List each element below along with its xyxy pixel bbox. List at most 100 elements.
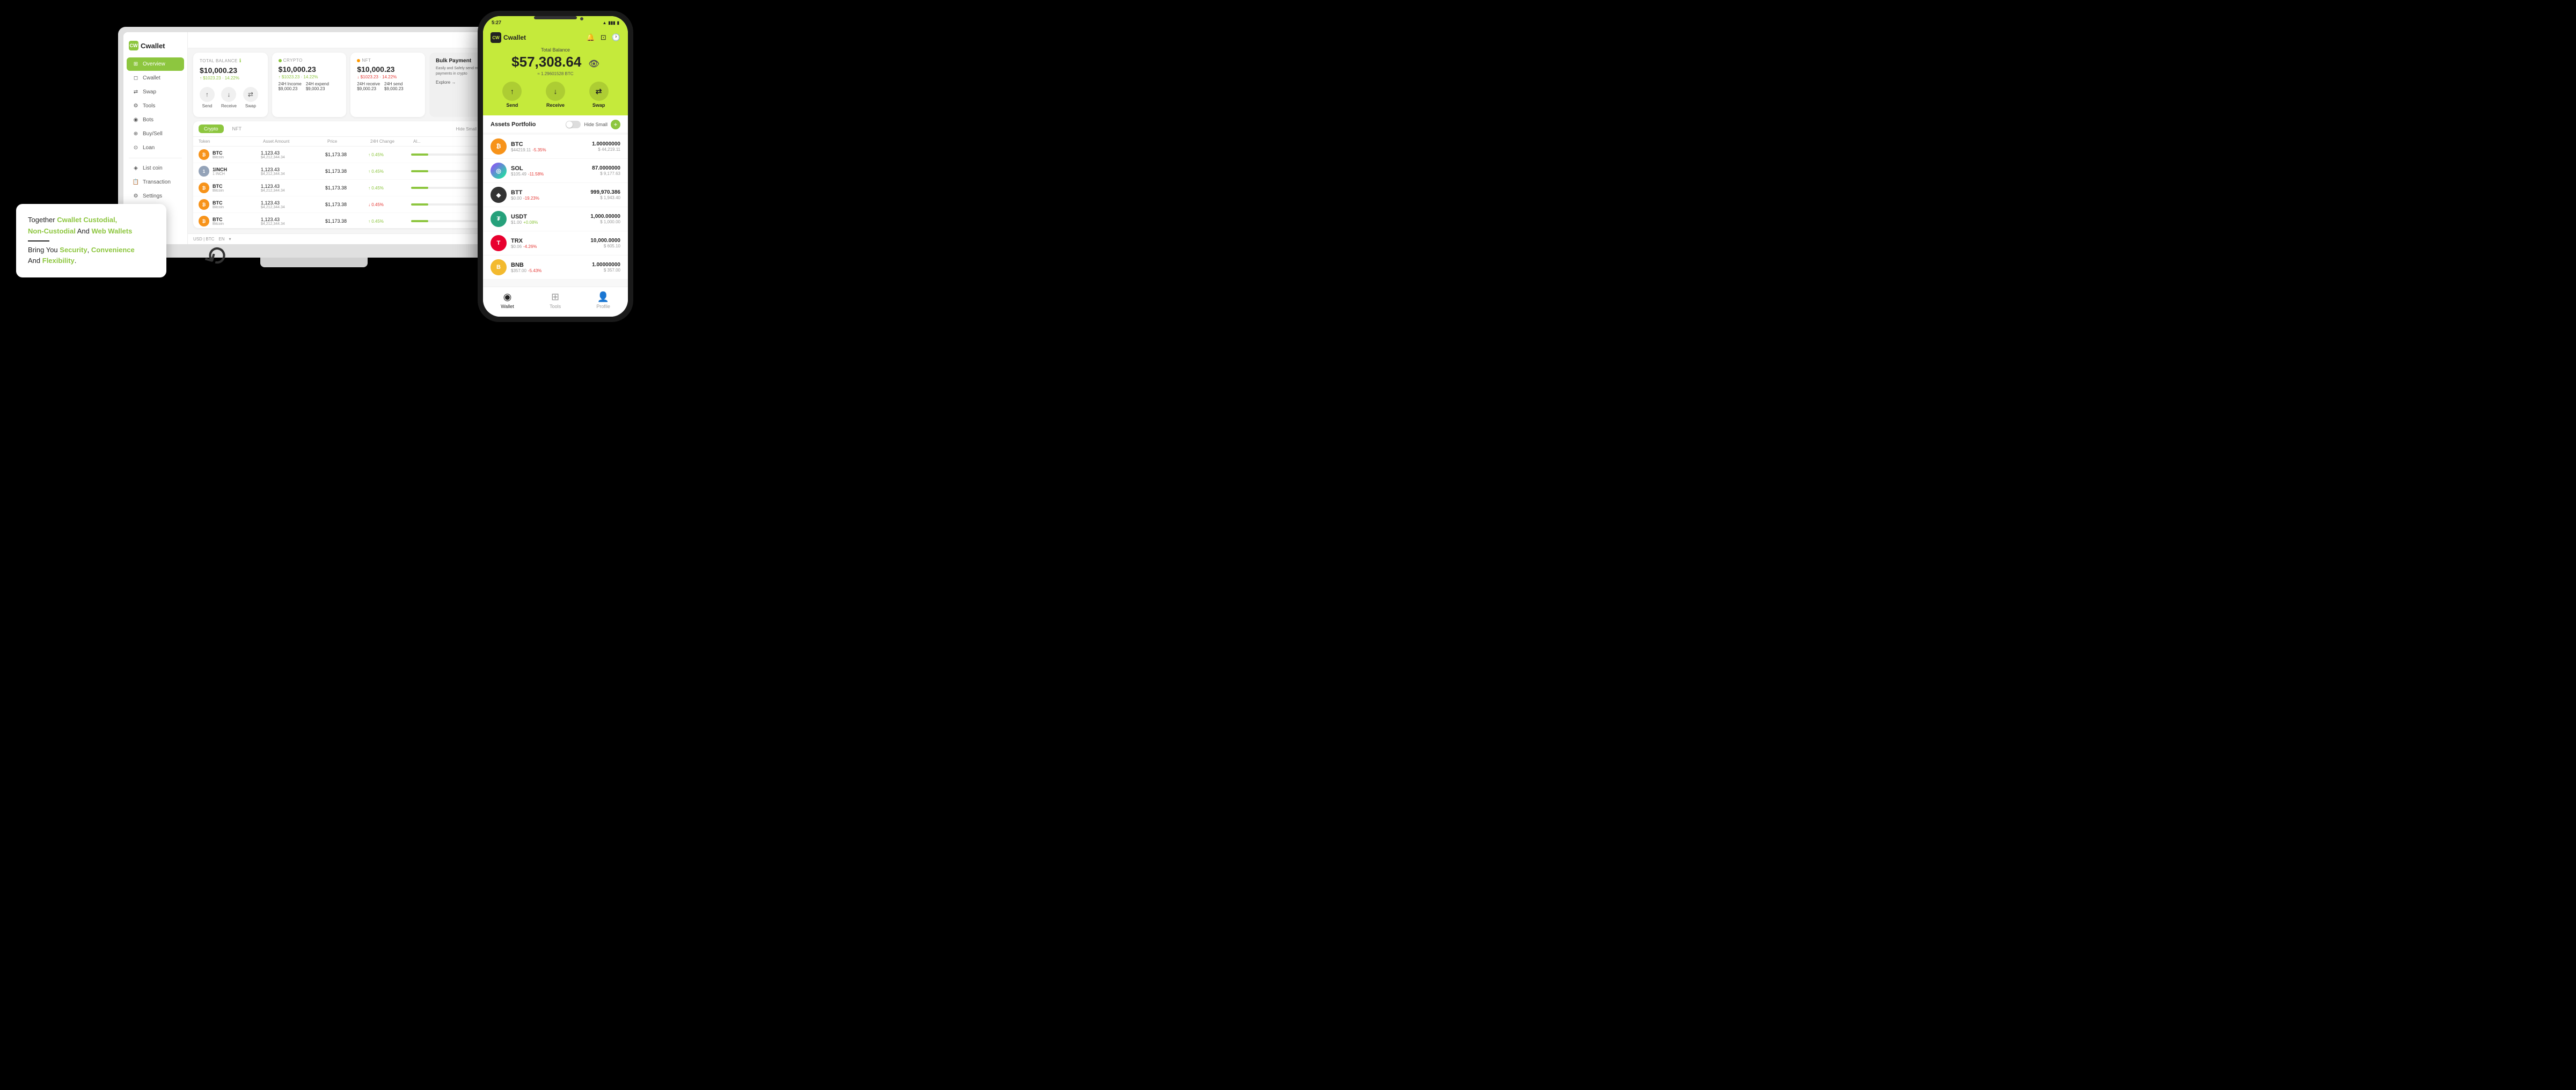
phone-actions: ↑ Send ↓ Receive ⇄ Swap (491, 82, 620, 108)
phone-camera (580, 17, 583, 20)
eye-icon[interactable]: 👁 (589, 58, 599, 69)
table-row: 1 1INCH 1 INCH 1,123.43 $4,212,344.34 $1… (193, 163, 499, 180)
crypto-list-item: ◆ BTT $0.00 -19.23% 999,970.386 $ 1,943.… (483, 183, 628, 207)
nav-tools[interactable]: ⊞ Tools (550, 291, 561, 309)
hero-line1-green: Cwallet Custodial, (57, 216, 117, 224)
hero-web-wallets: Web Wallets (91, 227, 132, 235)
total-balance-card: TOTAL BALANCE ℹ $10,000.23 ↑ $1023.23 · … (193, 53, 268, 117)
phone-time: 5:27 (492, 20, 501, 25)
sidebar-item-transaction[interactable]: 📋 Transaction (127, 175, 184, 189)
crypto-info: BNB $357.00 -5.43% (511, 262, 592, 273)
cwallet-icon: ◻ (132, 75, 140, 81)
hero-text-card: Together Cwallet Custodial, Non-Custodia… (16, 204, 166, 277)
crypto-list-item: B BNB $357.00 -5.43% 1.00000000 $ 357.00 (483, 255, 628, 280)
phone-balance-btc: ≈ 1.29601528 BTC (491, 71, 620, 76)
cards-row: TOTAL BALANCE ℹ $10,000.23 ↑ $1023.23 · … (188, 48, 504, 121)
nft-stats: 24H receive $9,000.23 24H send $9,000.23 (357, 82, 419, 91)
hide-small-toggle[interactable]: Hide Small (456, 127, 477, 131)
sidebar-item-listcoin[interactable]: ◈ List coin (127, 162, 184, 175)
phone-receive-button[interactable]: ↓ Receive (546, 82, 565, 108)
sidebar-item-overview[interactable]: ⊞ Overview (127, 57, 184, 71)
crypto-table: Crypto NFT Hide Small Mo... Token Asset … (193, 121, 499, 228)
bell-icon[interactable]: 🔔 (587, 33, 595, 42)
sidebar-item-loan[interactable]: ⊙ Loan (127, 141, 184, 155)
table-row: ₿ BTC Bitcoin 1,123.43 $4,212,344.34 $1,… (193, 213, 499, 228)
sidebar-item-label: Loan (143, 145, 155, 151)
crypto-right: 1,000.00000 $ 1,000.00 (590, 214, 620, 224)
hero-line1-start: Together (28, 216, 57, 224)
nft-dot (357, 59, 360, 62)
crypto-amount: $10,000.23 (279, 65, 340, 74)
crypto-right: 87.0000000 $ 9,177.63 (592, 165, 620, 176)
phone-logo: CW Cwallet (491, 32, 526, 43)
receive-button[interactable]: ↓ Receive (221, 87, 237, 108)
sidebar-item-settings[interactable]: ⚙ Settings (127, 189, 184, 203)
table-row: ₿ BTC Bitcoin 1,123.43 $4,212,344.34 $1,… (193, 180, 499, 196)
phone-header: CW Cwallet 🔔 ⊡ 🕐 Total Balance $57,308.6… (483, 29, 628, 115)
swap-icon: ⇄ (132, 89, 140, 95)
phone-swap-button[interactable]: ⇄ Swap (589, 82, 609, 108)
send-button[interactable]: ↑ Send (200, 87, 215, 108)
main-header: 🏠 (188, 32, 504, 48)
profile-nav-icon: 👤 (597, 291, 609, 303)
nav-profile[interactable]: 👤 Profile (596, 291, 610, 309)
hide-small-toggle[interactable] (566, 121, 581, 128)
phone-send-button[interactable]: ↑ Send (502, 82, 522, 108)
crypto-list-item: ◎ SOL $105.49 -11.58% 87.0000000 $ 9,177… (483, 159, 628, 183)
token-price: $1,173.38 (325, 169, 368, 174)
phone-header-top: CW Cwallet 🔔 ⊡ 🕐 (491, 32, 620, 43)
laptop-screen: CW Cwallet ⊞ Overview ◻ Cwallet ⇄ Sw (123, 32, 504, 244)
receive-icon: ↓ (221, 87, 236, 102)
portfolio-header: Assets Portfolio Hide Small + (483, 115, 628, 133)
nft-card: NFT $10,000.23 ↓ $1023.23 · 14.22% 24H r… (350, 53, 425, 117)
crypto-asset-list: ₿ BTC $44219.11 -5.35% 1.00000000 $ 44,2… (483, 133, 628, 287)
send-icon: ↑ (200, 87, 215, 102)
token-name: BTC Bitcoin (213, 217, 261, 226)
buysell-icon: ⊕ (132, 131, 140, 137)
swap-button[interactable]: ⇄ Swap (243, 87, 258, 108)
sidebar-logo-icon: CW (129, 41, 138, 50)
tab-crypto[interactable]: Crypto (199, 125, 224, 133)
crypto-icon: T (491, 235, 507, 251)
signal-icon: ▮▮▮ (608, 20, 615, 25)
sidebar-item-tools[interactable]: ⚙ Tools (127, 99, 184, 113)
table-row: ₿ BTC Bitcoin 1,123.43 $4,212,344.34 $1,… (193, 147, 499, 163)
tab-nft[interactable]: NFT (227, 125, 247, 133)
col-amount: Asset Amount (263, 139, 327, 144)
sidebar-item-label: Swap (143, 89, 156, 95)
crypto-list-item: ₿ BTC $44219.11 -5.35% 1.00000000 $ 44,2… (483, 135, 628, 159)
nft-receive: 24H receive $9,000.23 (357, 82, 380, 91)
loan-icon: ⊙ (132, 145, 140, 151)
sidebar-item-swap[interactable]: ⇄ Swap (127, 85, 184, 99)
listcoin-icon: ◈ (132, 165, 140, 171)
crypto-list-item: T TRX $0.06 -4.26% 10,000.0000 $ 605.10 (483, 231, 628, 255)
token-price: $1,173.38 (325, 152, 368, 157)
sidebar-item-label: Bots (143, 117, 153, 123)
add-asset-button[interactable]: + (611, 120, 620, 129)
crypto-info: USDT $1.00 +0.08% (511, 214, 590, 225)
clock-icon[interactable]: 🕐 (612, 33, 620, 42)
col-token: Token (199, 139, 263, 144)
lang-chevron[interactable]: ▾ (229, 237, 231, 242)
phone-balance-label: Total Balance (491, 47, 620, 53)
token-change: ↓ 0.45% (368, 202, 411, 207)
scan-icon[interactable]: ⊡ (601, 33, 606, 42)
total-balance-amount: $10,000.23 (200, 66, 261, 75)
crypto-icon: ◎ (491, 163, 507, 179)
nav-wallet[interactable]: ◉ Wallet (501, 291, 514, 309)
phone-nav-bar: ◉ Wallet ⊞ Tools 👤 Profile (483, 287, 628, 317)
table-tabs: Crypto NFT Hide Small Mo... (193, 121, 499, 137)
token-amount: 1,123.43 $4,212,344.34 (261, 167, 325, 176)
crypto-income: 24H Income $9,000.23 (279, 82, 302, 91)
phone-body: Assets Portfolio Hide Small + ₿ BTC $442… (483, 115, 628, 287)
sidebar-item-buysell[interactable]: ⊕ Buy/Sell (127, 127, 184, 141)
hero-period: . (75, 257, 77, 265)
lang-selector[interactable]: EN (218, 237, 224, 242)
sidebar-item-cwallet[interactable]: ◻ Cwallet (127, 71, 184, 85)
sidebar-item-bots[interactable]: ◉ Bots (127, 113, 184, 127)
phone-swap-icon: ⇄ (589, 82, 609, 101)
sidebar-item-label: List coin (143, 165, 163, 171)
token-icon: ₿ (199, 149, 209, 160)
crypto-info: BTT $0.00 -19.23% (511, 189, 590, 201)
hero-convenience: Convenience (91, 246, 135, 254)
